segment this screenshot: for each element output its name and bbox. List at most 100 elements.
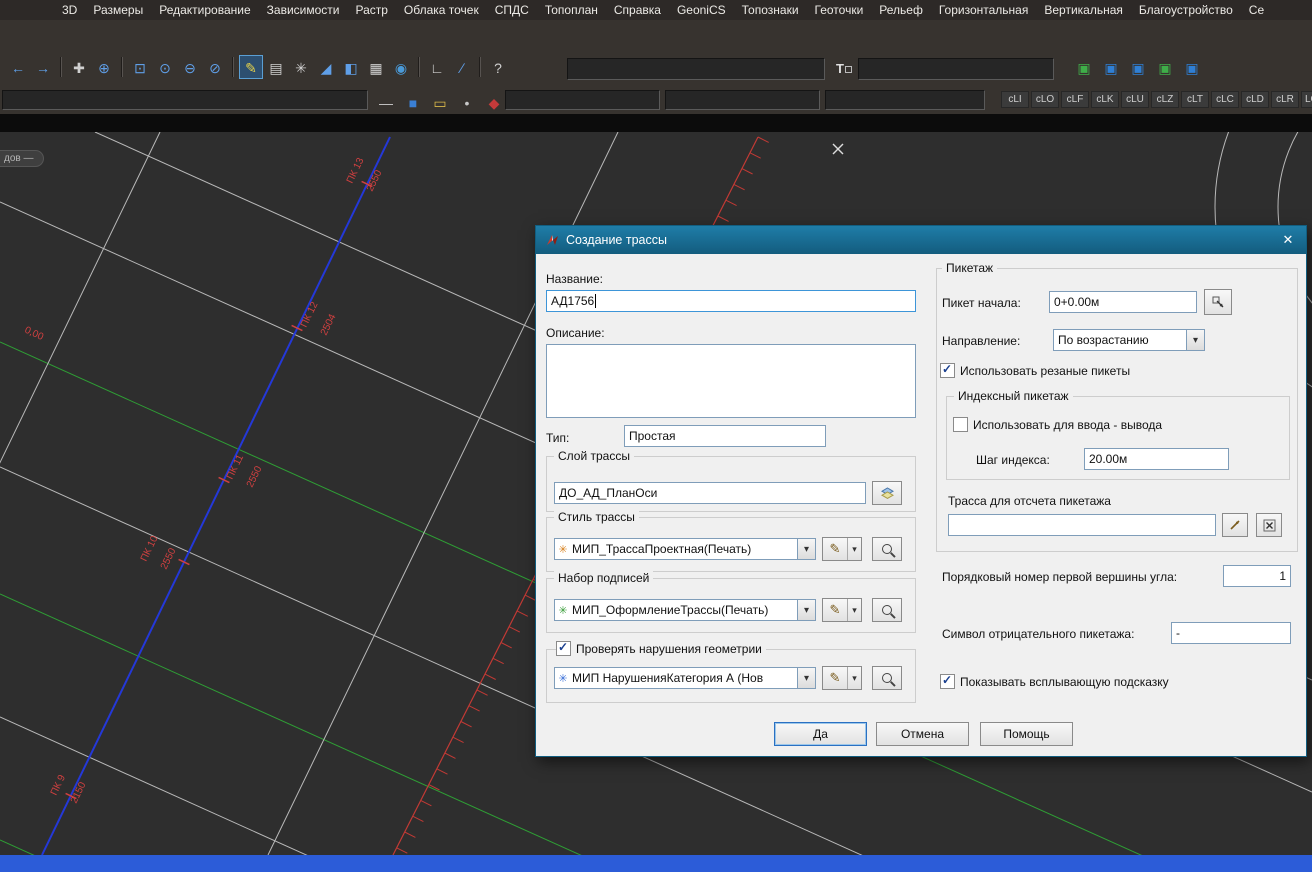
chevron-down-icon[interactable]: ▾ (847, 599, 861, 621)
layer-button-cLO[interactable]: cLO (1031, 91, 1059, 108)
zoom-out-icon[interactable]: ⊖ (178, 55, 202, 79)
menu-item-7[interactable]: СПДС (495, 3, 529, 17)
help-button[interactable]: Помощь (980, 722, 1073, 746)
volumes-icon[interactable]: ▣ (1126, 55, 1150, 79)
labelset-combo[interactable]: ✳ МИП_ОформлениеТрассы(Печать) ▾ (554, 599, 816, 621)
ref-alignment-input[interactable] (948, 514, 1216, 536)
help-icon[interactable]: ? (486, 55, 510, 79)
menu-item-8[interactable]: Топоплан (545, 3, 598, 17)
checkbox-unchecked-icon[interactable] (953, 417, 968, 432)
menu-item-14[interactable]: Горизонтальная (939, 3, 1029, 17)
tooltip-checkbox[interactable]: Показывать всплывающую подсказку (940, 674, 1173, 689)
layer-button-cLZ[interactable]: cLZ (1151, 91, 1179, 108)
menu-item-13[interactable]: Рельеф (879, 3, 923, 17)
layer-button-cLT[interactable]: cLT (1181, 91, 1209, 108)
style-edit-split-button[interactable]: ✎ ▾ (822, 537, 862, 561)
chevron-down-icon[interactable]: ▾ (797, 600, 815, 620)
layer-select-field[interactable] (2, 90, 368, 110)
point-style-icon[interactable]: • (455, 90, 479, 114)
start-station-pick-button[interactable] (1204, 289, 1232, 315)
layer-button-cLU[interactable]: cLU (1121, 91, 1149, 108)
profile-icon[interactable]: ◢ (314, 55, 338, 79)
layer-button-cLK[interactable]: cLK (1091, 91, 1119, 108)
brush-icon[interactable]: ◆ (482, 90, 506, 114)
section-icon[interactable]: ◧ (339, 55, 363, 79)
command-line-bar[interactable] (0, 855, 1312, 872)
linetype-select-field[interactable] (665, 90, 820, 110)
cancel-button[interactable]: Отмена (876, 722, 969, 746)
zoom-previous-icon[interactable]: ⊘ (203, 55, 227, 79)
toolbar-text-style-field[interactable] (567, 58, 825, 80)
open-folder-icon[interactable]: ▭ (428, 90, 452, 114)
geometry-rules-preview-button[interactable] (872, 666, 902, 690)
check-geometry-checkbox[interactable]: Проверять нарушения геометрии (556, 641, 766, 656)
ok-button[interactable]: Да (774, 722, 867, 746)
geometry-rules-combo[interactable]: ✳ МИП НарушенияКатегория А (Нов ▾ (554, 667, 816, 689)
chevron-down-icon[interactable]: ▾ (1186, 330, 1204, 350)
menu-item-2[interactable]: Размеры (93, 3, 143, 17)
name-input[interactable]: АД1756 (546, 290, 916, 312)
menu-item-5[interactable]: Растр (355, 3, 387, 17)
surfaces-icon[interactable]: ▣ (1099, 55, 1123, 79)
draw-mode-icon[interactable]: ✎ (239, 55, 263, 79)
direction-combo[interactable]: По возрастанию ▾ (1053, 329, 1205, 351)
close-icon[interactable]: ✕ (1278, 232, 1298, 248)
layer-input[interactable]: ДО_АД_ПланОси (554, 482, 866, 504)
start-station-input[interactable]: 0+0.00м (1049, 291, 1197, 313)
menu-item-1[interactable]: 3D (62, 3, 77, 17)
object-settings-icon[interactable]: ✳ (289, 55, 313, 79)
collapsed-panel-tab[interactable]: дов — (0, 150, 44, 167)
layer-button-LOA[interactable]: LOA (1301, 91, 1312, 108)
color-select-field[interactable] (505, 90, 660, 110)
chevron-down-icon[interactable]: ▾ (797, 539, 815, 559)
linetype-icon[interactable]: — (374, 90, 398, 114)
checkbox-checked-icon[interactable] (940, 674, 955, 689)
project-db-icon[interactable]: ▣ (1180, 55, 1204, 79)
style-preview-button[interactable] (872, 537, 902, 561)
toolbar-text-height-field[interactable] (858, 58, 1054, 80)
menu-item-17[interactable]: Се (1249, 3, 1264, 17)
first-vertex-input[interactable]: 1 (1223, 565, 1291, 587)
back-icon[interactable]: ← (6, 55, 30, 79)
layer-picker-button[interactable] (872, 481, 902, 505)
zoom-realtime-icon[interactable]: ⊕ (92, 55, 116, 79)
dialog-titlebar[interactable]: Создание трассы ✕ (536, 226, 1306, 254)
chevron-down-icon[interactable]: ▾ (847, 538, 861, 560)
checkbox-checked-icon[interactable] (556, 641, 571, 656)
style-combo[interactable]: ✳ МИП_ТрассаПроектная(Печать) ▾ (554, 538, 816, 560)
menu-item-16[interactable]: Благоустройство (1139, 3, 1233, 17)
chevron-down-icon[interactable]: ▾ (847, 667, 861, 689)
ruler-icon[interactable]: ∟ (425, 55, 449, 79)
menu-item-12[interactable]: Геоточки (815, 3, 864, 17)
labelset-edit-split-button[interactable]: ✎ ▾ (822, 598, 862, 622)
layer-button-cLC[interactable]: cLC (1211, 91, 1239, 108)
ref-alignment-clear-button[interactable] (1256, 513, 1282, 537)
pan-icon[interactable]: ✚ (67, 55, 91, 79)
checkbox-checked-icon[interactable] (940, 363, 955, 378)
description-textarea[interactable] (546, 344, 916, 418)
labelset-preview-button[interactable] (872, 598, 902, 622)
menu-item-9[interactable]: Справка (614, 3, 661, 17)
ref-alignment-pick-button[interactable] (1222, 513, 1248, 537)
table-icon[interactable]: ▦ (364, 55, 388, 79)
menu-item-4[interactable]: Зависимости (267, 3, 340, 17)
menu-item-6[interactable]: Облака точек (404, 3, 479, 17)
block-editor-icon[interactable]: ▤ (264, 55, 288, 79)
zoom-extents-icon[interactable]: ⊙ (153, 55, 177, 79)
geometry-rules-edit-split-button[interactable]: ✎ ▾ (822, 666, 862, 690)
lineweight-select-field[interactable] (825, 90, 985, 110)
menu-item-11[interactable]: Топознаки (742, 3, 799, 17)
menu-item-15[interactable]: Вертикальная (1044, 3, 1123, 17)
points-group-icon[interactable]: ▣ (1072, 55, 1096, 79)
forward-icon[interactable]: → (31, 55, 55, 79)
layer-button-cLD[interactable]: cLD (1241, 91, 1269, 108)
negative-symbol-input[interactable]: - (1171, 622, 1291, 644)
chevron-down-icon[interactable]: ▾ (797, 668, 815, 688)
geomodel-icon[interactable]: ▣ (1153, 55, 1177, 79)
layer-button-cLR[interactable]: cLR (1271, 91, 1299, 108)
menu-item-3[interactable]: Редактирование (159, 3, 250, 17)
menu-item-10[interactable]: GeoniCS (677, 3, 726, 17)
zoom-window-icon[interactable]: ⊡ (128, 55, 152, 79)
layer-button-cLF[interactable]: cLF (1061, 91, 1089, 108)
cut-stations-checkbox[interactable]: Использовать резаные пикеты (940, 363, 1134, 378)
